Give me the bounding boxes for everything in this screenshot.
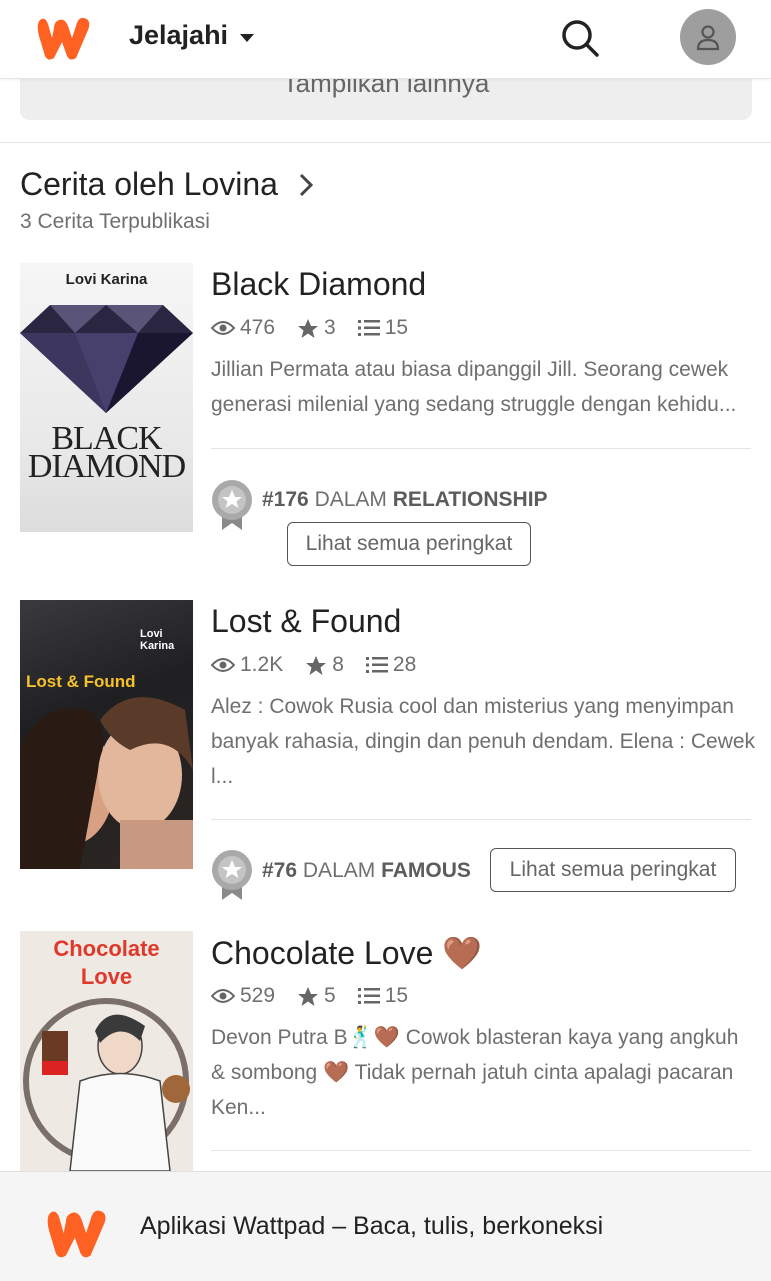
wattpad-logo-icon[interactable] (32, 12, 94, 67)
user-avatar[interactable] (680, 9, 736, 65)
story-stats: 529 5 15 (211, 984, 408, 1008)
app-banner[interactable]: Aplikasi Wattpad – Baca, tulis, berkonek… (0, 1171, 771, 1281)
reads-count: 476 (240, 316, 276, 339)
list-icon (365, 657, 388, 673)
view-all-rankings-button[interactable]: Lihat semua peringkat (490, 848, 736, 892)
explore-dropdown[interactable]: Jelajahi (129, 20, 255, 51)
story-rank: #176 DALAM RELATIONSHIP (262, 488, 548, 511)
view-all-rankings-button[interactable]: Lihat semua peringkat (287, 522, 531, 566)
medal-icon (210, 478, 254, 530)
story-cover-lost-and-found[interactable]: Lovi Karina Lost & Found (20, 600, 193, 869)
story-cover-black-diamond[interactable]: Lovi Karina BLACK DIAMOND (20, 263, 193, 532)
votes-count: 5 (324, 984, 336, 1007)
user-icon (696, 25, 720, 51)
divider (211, 1150, 751, 1151)
star-icon (306, 655, 327, 675)
story-cover-chocolate-love[interactable]: Chocolate Love (20, 931, 193, 1171)
diamond-image (20, 305, 193, 413)
parts-count: 15 (384, 984, 409, 1007)
reads-count: 529 (240, 984, 276, 1007)
story-rank: #76 DALAM FAMOUS (262, 859, 471, 882)
star-icon (298, 318, 319, 338)
list-icon (357, 988, 380, 1004)
list-icon (357, 320, 380, 336)
section-title: Cerita oleh Lovina (20, 166, 278, 202)
section-subtitle: 3 Cerita Terpublikasi (20, 210, 210, 233)
banner-text: Aplikasi Wattpad – Baca, tulis, berkonek… (140, 1212, 604, 1240)
votes-count: 8 (332, 653, 344, 676)
couple-image (20, 697, 193, 869)
cover-title: BLACK DIAMOND (27, 420, 186, 485)
story-title[interactable]: Chocolate Love 🤎 (211, 934, 482, 972)
story-description: Jillian Permata atau biasa dipanggil Jil… (211, 358, 737, 416)
story-stats: 476 3 15 (211, 316, 408, 340)
top-bar: Jelajahi (0, 0, 771, 79)
divider (211, 819, 751, 820)
story-title[interactable]: Black Diamond (211, 266, 426, 303)
story-description: Alez : Cowok Rusia cool dan misterius ya… (211, 695, 756, 788)
wattpad-logo-icon (40, 1204, 112, 1265)
caret-down-icon (240, 33, 255, 42)
divider (0, 142, 771, 143)
eye-icon (211, 989, 235, 1003)
cover-illustration (23, 998, 190, 1171)
reads-count: 1.2K (240, 653, 284, 676)
eye-icon (211, 658, 235, 672)
star-icon (298, 986, 319, 1006)
search-icon[interactable] (559, 17, 601, 59)
parts-count: 15 (384, 316, 409, 339)
chevron-right-icon (299, 173, 314, 196)
eye-icon (211, 321, 235, 335)
story-title[interactable]: Lost & Found (211, 603, 401, 640)
section-title-link[interactable]: Cerita oleh Lovina (20, 166, 314, 203)
medal-icon (210, 848, 254, 900)
divider (211, 448, 751, 449)
story-stats: 1.2K 8 28 (211, 653, 416, 677)
votes-count: 3 (324, 316, 336, 339)
story-description: Devon Putra B🕺🤎 Cowok blasteran kaya yan… (211, 1026, 739, 1119)
explore-label: Jelajahi (129, 20, 229, 50)
parts-count: 28 (392, 653, 417, 676)
